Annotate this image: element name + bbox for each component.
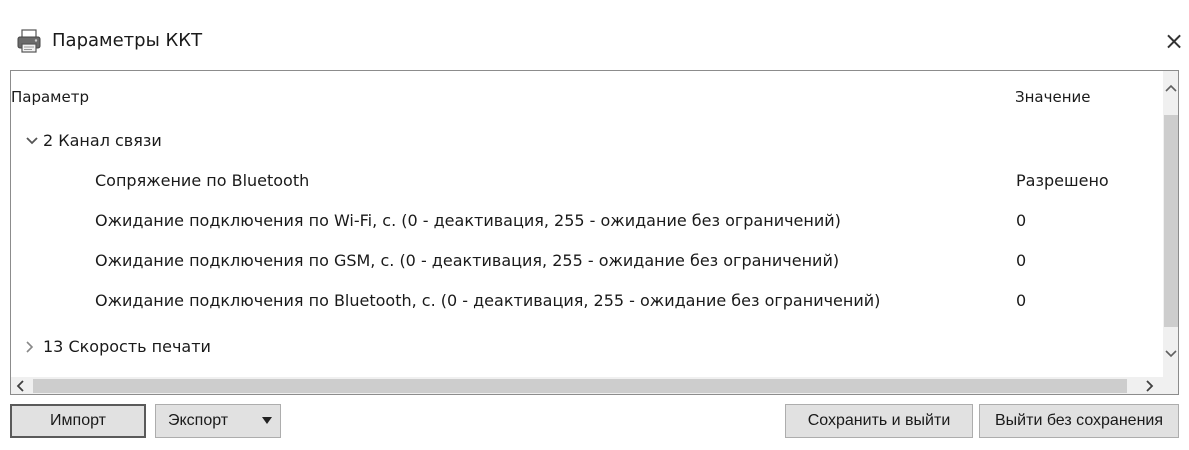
chevron-right-icon[interactable] xyxy=(23,340,37,354)
dropdown-arrow-icon xyxy=(262,417,272,424)
grid-header: Параметр Значение xyxy=(11,71,1163,123)
exit-without-saving-button[interactable]: Выйти без сохранения xyxy=(979,404,1179,438)
scroll-left-icon[interactable] xyxy=(11,377,31,395)
vertical-scrollbar[interactable] xyxy=(1163,71,1179,378)
horizontal-scroll-thumb[interactable] xyxy=(33,379,1127,393)
table-row[interactable]: Ожидание подключения по Wi-Fi, с. (0 - д… xyxy=(11,203,1163,239)
scroll-down-icon[interactable] xyxy=(1163,343,1179,365)
param-name: Ожидание подключения по Bluetooth, с. (0… xyxy=(95,291,881,310)
close-button[interactable]: × xyxy=(1159,24,1189,58)
column-header-param[interactable]: Параметр xyxy=(11,86,89,108)
group-label: 2 Канал связи xyxy=(43,131,162,150)
parameters-grid: Параметр Значение 2 Канал связи Сопряжен… xyxy=(10,70,1179,395)
table-row[interactable]: Сопряжение по Bluetooth Разрешено xyxy=(11,163,1163,199)
param-value[interactable]: Разрешено xyxy=(1016,170,1109,192)
param-value[interactable]: 0 xyxy=(1016,290,1026,312)
import-button[interactable]: Импорт xyxy=(10,404,146,438)
printer-icon xyxy=(17,29,41,53)
export-label: Экспорт xyxy=(168,412,229,429)
param-value[interactable]: 0 xyxy=(1016,210,1026,232)
params-window: Параметры ККТ × Параметр Значение 2 Кана… xyxy=(0,0,1189,450)
title-bar: Параметры ККТ × xyxy=(0,16,1189,68)
vertical-scroll-thumb[interactable] xyxy=(1164,115,1178,327)
param-name: Ожидание подключения по Wi-Fi, с. (0 - д… xyxy=(95,211,841,230)
save-and-exit-button[interactable]: Сохранить и выйти xyxy=(785,404,973,438)
column-header-value[interactable]: Значение xyxy=(1015,86,1091,108)
param-name: Ожидание подключения по GSM, с. (0 - деа… xyxy=(95,251,840,270)
close-icon: × xyxy=(1163,27,1185,55)
scroll-right-icon[interactable] xyxy=(1139,377,1159,395)
group-row-print-speed[interactable]: 13 Скорость печати xyxy=(11,329,1163,365)
window-title: Параметры ККТ xyxy=(52,30,203,51)
table-row[interactable]: Ожидание подключения по GSM, с. (0 - деа… xyxy=(11,243,1163,279)
chevron-down-icon[interactable] xyxy=(25,134,39,148)
scroll-up-icon[interactable] xyxy=(1163,77,1179,99)
param-name: Сопряжение по Bluetooth xyxy=(95,171,310,190)
param-value[interactable]: 0 xyxy=(1016,250,1026,272)
table-row[interactable]: Ожидание подключения по Bluetooth, с. (0… xyxy=(11,283,1163,319)
export-button[interactable]: Экспорт xyxy=(155,404,281,438)
horizontal-scrollbar[interactable] xyxy=(11,377,1178,395)
group-row-channel[interactable]: 2 Канал связи xyxy=(11,123,1163,159)
group-label: 13 Скорость печати xyxy=(43,337,211,356)
